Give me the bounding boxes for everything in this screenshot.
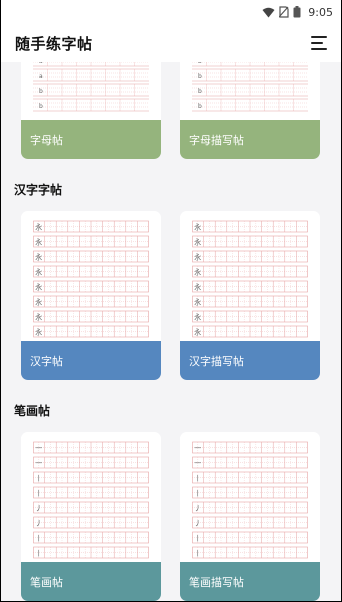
grid-sample-char: 丨 bbox=[194, 475, 201, 483]
grid-sample-char: 永 bbox=[194, 313, 201, 322]
grid-sample-char: 丿 bbox=[194, 520, 201, 528]
card-label: 汉字描写帖 bbox=[180, 341, 320, 380]
grid-sample-char: 永 bbox=[194, 268, 201, 277]
section-title-strokes: 笔画帖 bbox=[14, 404, 51, 418]
grid-sample-char: 永 bbox=[35, 268, 42, 277]
battery-icon bbox=[293, 6, 301, 18]
grid-sample-char: 一 bbox=[194, 460, 201, 468]
card-label-text: 汉字帖 bbox=[30, 354, 63, 368]
grid-sample-char: 永 bbox=[194, 283, 201, 292]
sheet-preview: 永永永永永永永永 bbox=[180, 211, 320, 341]
grid-sample-char: b bbox=[198, 73, 202, 80]
card-label: 字母描写帖 bbox=[180, 120, 320, 159]
grid-sample-char: 丨 bbox=[35, 475, 42, 483]
grid-sample-char: 永 bbox=[194, 253, 201, 262]
app-title: 随手练字帖 bbox=[15, 34, 93, 53]
grid-sample-char: a bbox=[39, 73, 43, 80]
hamburger-menu-icon[interactable] bbox=[311, 36, 327, 50]
card-label: 笔画帖 bbox=[21, 562, 161, 601]
card-label: 字母帖 bbox=[21, 120, 161, 159]
card-label: 笔画描写帖 bbox=[180, 562, 320, 601]
app-bar: 随手练字帖 bbox=[1, 24, 341, 62]
grid-sample-char: b bbox=[198, 62, 202, 65]
grid-sample-char: 永 bbox=[35, 283, 42, 292]
hanzi-grid-preview: 永永永永永永永永 bbox=[192, 220, 308, 338]
sheet-preview: a a b b bbox=[21, 62, 161, 120]
card-label: 汉字帖 bbox=[21, 341, 161, 380]
grid-sample-char: 一 bbox=[194, 445, 201, 453]
grid-sample-char: 丨 bbox=[35, 535, 42, 543]
no-sim-icon bbox=[279, 6, 289, 18]
grid-sample-char: 丿 bbox=[35, 520, 42, 528]
grid-sample-char: 一 bbox=[35, 460, 42, 468]
grid-sample-char: 永 bbox=[35, 328, 42, 337]
grid-sample-char: 永 bbox=[194, 223, 201, 232]
grid-sample-char: 丨 bbox=[194, 490, 201, 498]
sheet-preview: 永永永永永永永永 bbox=[21, 211, 161, 341]
grid-sample-char: 丿 bbox=[35, 505, 42, 513]
section-title-hanzi: 汉字字帖 bbox=[14, 183, 63, 197]
card-label-text: 笔画描写帖 bbox=[189, 575, 244, 589]
sheet-preview: 一一丨丨丿丿丨丨 bbox=[21, 432, 161, 562]
card-label-text: 笔画帖 bbox=[30, 575, 63, 589]
grid-sample-char: 丿 bbox=[194, 505, 201, 513]
grid-sample-char: b bbox=[198, 103, 202, 110]
grid-sample-char: 永 bbox=[35, 253, 42, 262]
card-label-text: 字母帖 bbox=[30, 133, 63, 147]
grid-sample-char: 永 bbox=[35, 313, 42, 322]
card-hanzi-sheet[interactable]: 永永永永永永永永 汉字帖 bbox=[21, 211, 161, 380]
grid-sample-char: 丨 bbox=[194, 550, 201, 558]
card-letter-sheet[interactable]: a a b b 字母帖 bbox=[21, 62, 161, 159]
letter-grid-preview: a a b b bbox=[33, 62, 149, 112]
sheet-preview: 一一丨丨丿丿丨丨 bbox=[180, 432, 320, 562]
grid-sample-char: b bbox=[198, 88, 202, 95]
card-hanzi-trace-sheet[interactable]: 永永永永永永永永 汉字描写帖 bbox=[180, 211, 320, 380]
letter-grid-preview: b b b b bbox=[192, 62, 308, 112]
hanzi-grid-preview: 永永永永永永永永 bbox=[33, 220, 149, 338]
sheet-preview: b b b b bbox=[180, 62, 320, 120]
grid-sample-char: 永 bbox=[194, 298, 201, 307]
grid-sample-char: 丨 bbox=[35, 550, 42, 558]
grid-sample-char: b bbox=[39, 88, 43, 95]
grid-sample-char: a bbox=[39, 62, 43, 65]
card-label-text: 字母描写帖 bbox=[189, 133, 244, 147]
card-letter-trace-sheet[interactable]: b b b b 字母描写帖 bbox=[180, 62, 320, 159]
card-label-text: 汉字描写帖 bbox=[189, 354, 244, 368]
grid-sample-char: 丨 bbox=[35, 490, 42, 498]
grid-sample-char: 永 bbox=[194, 238, 201, 247]
status-time: 9:05 bbox=[308, 5, 333, 19]
grid-sample-char: 永 bbox=[194, 328, 201, 337]
grid-sample-char: 永 bbox=[35, 298, 42, 307]
grid-sample-char: 永 bbox=[35, 223, 42, 232]
phone-screen: 9:05 随手练字帖 a a b b 字母帖 b b b b 字母描写帖 汉字字帖 bbox=[1, 0, 341, 601]
card-stroke-sheet[interactable]: 一一丨丨丿丿丨丨 笔画帖 bbox=[21, 432, 161, 601]
grid-sample-char: 丨 bbox=[194, 535, 201, 543]
stroke-grid-preview: 一一丨丨丿丿丨丨 bbox=[192, 441, 308, 559]
stroke-grid-preview: 一一丨丨丿丿丨丨 bbox=[33, 441, 149, 559]
grid-sample-char: 永 bbox=[35, 238, 42, 247]
grid-sample-char: b bbox=[39, 103, 43, 110]
grid-sample-char: 一 bbox=[35, 445, 42, 453]
wifi-icon bbox=[262, 7, 275, 18]
card-stroke-trace-sheet[interactable]: 一一丨丨丿丿丨丨 笔画描写帖 bbox=[180, 432, 320, 601]
status-bar: 9:05 bbox=[1, 0, 341, 24]
main-scroll-content[interactable]: aabb 字母帖 bbbb 字母描写帖 汉字字帖 永永永永永永永永 汉字帖 bbox=[1, 62, 341, 601]
